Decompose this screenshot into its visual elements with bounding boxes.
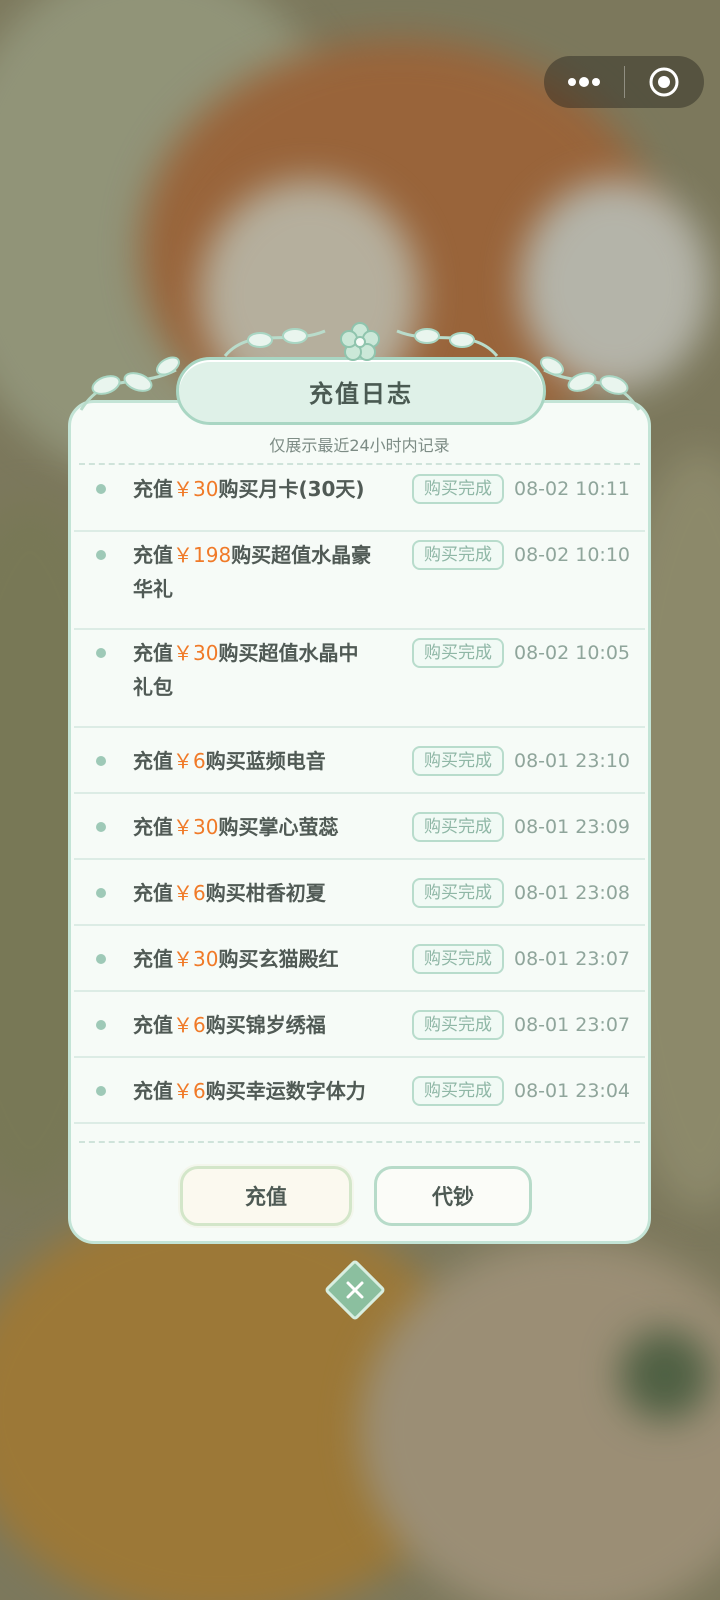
entry-text: 充值￥30购买掌心萤蕊: [133, 815, 339, 839]
entry-text: 充值￥6购买幸运数字体力: [133, 1079, 366, 1103]
list-item: 充值￥30购买超值水晶中 礼包 购买完成 08-02 10:05: [74, 630, 645, 728]
bullet-dot: [96, 822, 106, 832]
status-badge: 购买完成: [412, 1010, 504, 1040]
entry-time: 08-01 23:04: [514, 1080, 631, 1102]
recharge-button[interactable]: 充值: [180, 1166, 352, 1226]
more-button[interactable]: [544, 56, 624, 108]
list-item: 充值￥30购买月卡(30天) 购买完成 08-02 10:11: [74, 466, 645, 532]
entry-price: ￥30: [173, 477, 219, 501]
dialog-title: 充值日志: [309, 379, 413, 408]
status-badge: 购买完成: [412, 1076, 504, 1106]
status-badge: 购买完成: [412, 812, 504, 842]
entry-text: 充值￥198购买超值水晶豪 华礼: [133, 543, 372, 601]
entry-text: 充值￥30购买玄猫殿红: [133, 947, 339, 971]
entry-text: 充值￥6购买蓝频电音: [133, 749, 326, 773]
entry-text: 充值￥6购买柑香初夏: [133, 881, 326, 905]
list-item: 充值￥6购买锦岁绣福 购买完成 08-01 23:07: [74, 992, 645, 1058]
bullet-dot: [96, 1086, 106, 1096]
status-badge: 购买完成: [412, 474, 504, 504]
entry-price: ￥6: [173, 1079, 206, 1103]
list-item: 充值￥6购买柑香初夏 购买完成 08-01 23:08: [74, 860, 645, 926]
dialog-title-plaque: 充值日志: [176, 357, 546, 425]
mini-program-capsule: [544, 56, 704, 108]
entry-time: 08-01 23:10: [514, 750, 631, 772]
daichao-button[interactable]: 代钞: [374, 1166, 532, 1226]
flower-ornament-icon: [340, 322, 380, 361]
entry-time: 08-02 10:11: [514, 478, 631, 500]
recharge-log-list: 充值￥30购买月卡(30天) 购买完成 08-02 10:11 充值￥198购买…: [74, 466, 645, 1124]
entry-price: ￥30: [173, 815, 219, 839]
entry-text: 充值￥6购买锦岁绣福: [133, 1013, 326, 1037]
list-item: 充值￥6购买幸运数字体力 购买完成 08-01 23:04: [74, 1058, 645, 1124]
vine-decoration-right-icon: [540, 356, 641, 411]
entry-price: ￥198: [173, 543, 232, 567]
entry-price: ￥6: [173, 749, 206, 773]
entry-text: 充值￥30购买超值水晶中 礼包: [133, 641, 359, 699]
entry-time: 08-01 23:07: [514, 1014, 631, 1036]
entry-price: ￥30: [173, 947, 219, 971]
list-item: 充值￥30购买玄猫殿红 购买完成 08-01 23:07: [74, 926, 645, 992]
entry-time: 08-01 23:07: [514, 948, 631, 970]
bullet-dot: [96, 484, 106, 494]
status-badge: 购买完成: [412, 540, 504, 570]
bullet-dot: [96, 888, 106, 898]
list-item: 充值￥198购买超值水晶豪 华礼 购买完成 08-02 10:10: [74, 532, 645, 630]
entry-time: 08-01 23:08: [514, 882, 631, 904]
entry-price: ￥30: [173, 641, 219, 665]
dialog-subtitle: 仅展示最近24小时内记录: [269, 436, 450, 455]
target-circle-icon: [649, 67, 679, 97]
bullet-dot: [96, 756, 106, 766]
bullet-dot: [96, 550, 106, 560]
bullet-dot: [96, 648, 106, 658]
entry-price: ￥6: [173, 881, 206, 905]
exit-button[interactable]: [625, 56, 705, 108]
status-badge: 购买完成: [412, 746, 504, 776]
vine-decoration-left-icon: [79, 356, 180, 411]
entry-time: 08-02 10:05: [514, 642, 631, 664]
more-dots-icon: [567, 77, 600, 87]
entry-text: 充值￥30购买月卡(30天): [133, 477, 365, 501]
bullet-dot: [96, 1020, 106, 1030]
bullet-dot: [96, 954, 106, 964]
status-badge: 购买完成: [412, 944, 504, 974]
status-badge: 购买完成: [412, 878, 504, 908]
status-badge: 购买完成: [412, 638, 504, 668]
entry-price: ￥6: [173, 1013, 206, 1037]
entry-time: 08-01 23:09: [514, 816, 631, 838]
list-item: 充值￥6购买蓝频电音 购买完成 08-01 23:10: [74, 728, 645, 794]
list-item: 充值￥30购买掌心萤蕊 购买完成 08-01 23:09: [74, 794, 645, 860]
close-icon: [346, 1281, 364, 1299]
entry-time: 08-02 10:10: [514, 544, 631, 566]
